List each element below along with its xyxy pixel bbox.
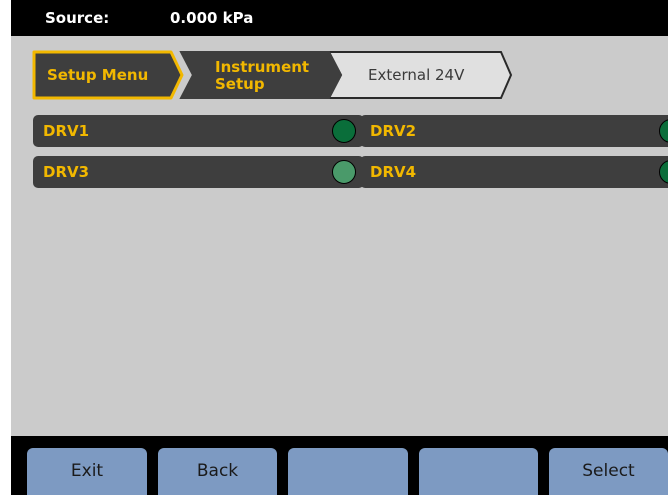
drive-row-drv1[interactable]: DRV1 [33,115,364,147]
drive-row-drv4[interactable]: DRV4 [360,156,668,188]
select-button[interactable]: Select [549,448,668,495]
breadcrumb-instrument-line1: Instrument [215,58,310,76]
exit-button[interactable]: Exit [27,448,147,495]
breadcrumb-setup-menu[interactable]: Setup Menu [47,66,148,84]
status-led-icon [332,119,356,143]
status-bar: Source: 0.000 kPa [11,0,668,36]
drive-row-drv3[interactable]: DRV3 [33,156,364,188]
drive-label: DRV3 [43,163,90,181]
drive-row-drv2[interactable]: DRV2 [360,115,668,147]
breadcrumb-instrument-line2: Setup [215,75,265,93]
breadcrumb-external-24v[interactable]: External 24V [368,66,464,84]
drive-label: DRV1 [43,122,90,140]
status-led-icon [332,160,356,184]
drive-label: DRV2 [370,122,417,140]
softkey-4-button[interactable] [419,448,538,495]
back-button[interactable]: Back [158,448,277,495]
source-value: 0.000 kPa [170,9,254,27]
instrument-screen: Source: 0.000 kPa Setup Menu Instrument … [0,0,668,495]
status-led-icon [659,160,668,184]
softkey-3-button[interactable] [288,448,408,495]
status-led-icon [659,119,668,143]
drive-label: DRV4 [370,163,417,181]
source-label: Source: [45,9,110,27]
breadcrumb-instrument-setup[interactable]: Instrument Setup [215,59,335,93]
